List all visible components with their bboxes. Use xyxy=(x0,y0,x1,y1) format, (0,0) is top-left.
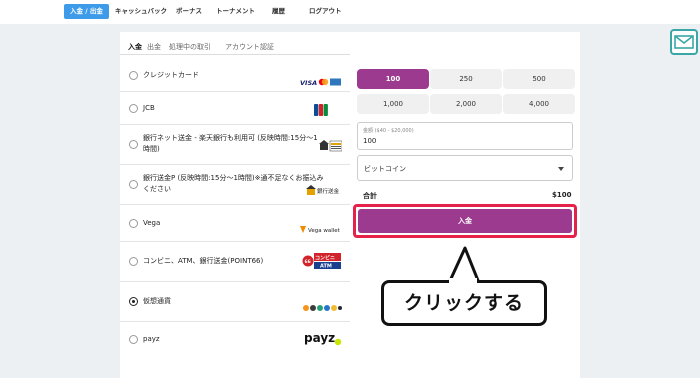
vega-wallet-icon: Vega wallet xyxy=(300,219,342,238)
total-label: 合計 xyxy=(363,192,377,200)
amount-option-2000[interactable]: 2,000 xyxy=(430,94,502,114)
method-radio[interactable] xyxy=(129,104,138,113)
nav-deposit-withdraw[interactable]: 入金 / 出金 xyxy=(64,4,109,19)
deposit-button-highlight: 入金 xyxy=(353,204,577,238)
method-vega[interactable]: Vega Vega wallet xyxy=(120,205,350,242)
nav-tournament[interactable]: トーナメント xyxy=(216,4,255,19)
tab-deposit[interactable]: 入金 xyxy=(128,42,142,52)
method-label: 銀行ネット送金 - 楽天銀行も利用可 (反映時間:15分〜1時間) xyxy=(143,134,318,153)
amount-input-label: 金額 ($40 - $20,000) xyxy=(363,128,414,134)
method-radio-selected[interactable] xyxy=(129,297,138,306)
card-brands-icon: VISA xyxy=(300,71,342,90)
point66-icon: 66 コンビニ ATM xyxy=(302,252,342,274)
svg-text:66: 66 xyxy=(305,259,311,265)
method-label: クレジットカード xyxy=(143,71,199,79)
amount-option-500[interactable]: 500 xyxy=(503,69,575,89)
click-callout: クリックする xyxy=(381,280,547,326)
method-jcb[interactable]: JCB xyxy=(120,92,350,125)
jcb-icon xyxy=(314,101,328,120)
method-crypto[interactable]: 仮想通貨 xyxy=(120,282,350,322)
method-payz[interactable]: payz payz xyxy=(120,322,350,358)
method-label: JCB xyxy=(143,104,155,112)
tab-verification[interactable]: アカウント認証 xyxy=(225,42,274,52)
method-label: 仮想通貨 xyxy=(143,297,171,305)
callout-text: クリックする xyxy=(403,292,524,314)
deposit-panel: 入金 出金 処理中の取引 アカウント認証 クレジットカード VISA JCB 銀… xyxy=(120,32,580,378)
amount-option-250[interactable]: 250 xyxy=(430,69,502,89)
method-point66[interactable]: コンビニ、ATM、銀行送金(POINT66) 66 コンビニ ATM xyxy=(120,242,350,282)
crypto-coins-icon xyxy=(302,297,342,316)
nav-cashback[interactable]: キャッシュバック xyxy=(115,4,167,19)
chevron-down-icon xyxy=(558,167,564,171)
tab-withdraw[interactable]: 出金 xyxy=(147,42,161,52)
point66-logo-text-1: コンビニ xyxy=(315,255,335,262)
method-radio[interactable] xyxy=(129,257,138,266)
svg-text:VISA: VISA xyxy=(300,79,317,86)
payz-logo-text: payz xyxy=(304,331,335,345)
amount-input-value[interactable]: 100 xyxy=(363,137,376,145)
method-radio[interactable] xyxy=(129,71,138,80)
point66-logo-text-2: ATM xyxy=(320,264,332,270)
top-nav: 入金 / 出金 キャッシュバック ボーナス トーナメント 履歴 ログアウト xyxy=(0,0,700,24)
nav-history[interactable]: 履歴 xyxy=(272,4,285,19)
currency-select[interactable]: ビットコイン xyxy=(357,155,573,181)
total-value: $100 xyxy=(552,191,572,199)
currency-select-value: ビットコイン xyxy=(364,165,406,173)
callout-pointer-mask xyxy=(449,278,477,284)
vega-logo-text: Vega wallet xyxy=(308,228,341,234)
method-label: コンビニ、ATM、銀行送金(POINT66) xyxy=(143,257,264,265)
mail-button[interactable] xyxy=(670,29,698,55)
method-label: 銀行送金P (反映時間:15分〜1時間)※通不足なくお振込みください xyxy=(143,174,324,193)
method-bank-net-transfer[interactable]: 銀行ネット送金 - 楽天銀行も利用可 (反映時間:15分〜1時間) xyxy=(120,125,350,165)
method-credit-card[interactable]: クレジットカード VISA xyxy=(120,59,350,92)
amount-option-100[interactable]: 100 xyxy=(357,69,429,89)
payz-icon: payz xyxy=(304,330,342,350)
method-radio[interactable] xyxy=(129,140,138,149)
tab-pending[interactable]: 処理中の取引 xyxy=(169,42,211,52)
amount-option-1000[interactable]: 1,000 xyxy=(357,94,429,114)
subtab-divider xyxy=(120,54,350,55)
bank-transfer-logo-text: 銀行送金 xyxy=(317,187,340,195)
method-bank-transfer-p[interactable]: 銀行送金P (反映時間:15分〜1時間)※通不足なくお振込みください 銀行送金 xyxy=(120,165,350,205)
bank-transfer-p-icon: 銀行送金 xyxy=(306,180,342,199)
bank-transfer-icon xyxy=(318,138,343,157)
method-radio[interactable] xyxy=(129,219,138,228)
nav-logout[interactable]: ログアウト xyxy=(309,4,342,19)
method-label: Vega xyxy=(143,219,161,227)
deposit-button[interactable]: 入金 xyxy=(358,209,572,233)
nav-bonus[interactable]: ボーナス xyxy=(176,4,202,19)
mail-icon xyxy=(674,35,694,49)
method-radio[interactable] xyxy=(129,180,138,189)
amount-input[interactable]: 金額 ($40 - $20,000) 100 xyxy=(357,122,573,150)
amount-option-4000[interactable]: 4,000 xyxy=(503,94,575,114)
method-label: payz xyxy=(143,335,160,343)
method-radio[interactable] xyxy=(129,335,138,344)
